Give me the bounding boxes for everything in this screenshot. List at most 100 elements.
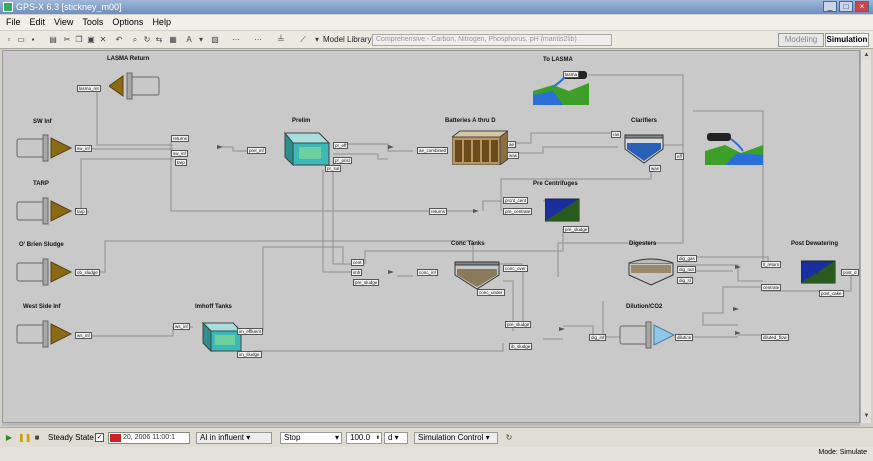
pre-centrifuge-unit-icon[interactable]: [545, 197, 581, 223]
dropdown-arrow-icon[interactable]: ▾: [196, 35, 206, 45]
port-lasma-return-out[interactable]: lasma_ret: [77, 85, 101, 92]
scroll-up-icon[interactable]: ▲: [862, 51, 871, 60]
clarifier-unit-icon[interactable]: [623, 131, 665, 165]
print-icon[interactable]: ▤: [48, 35, 58, 45]
port-batteries-was[interactable]: was: [507, 152, 520, 159]
port-imhoff-eff[interactable]: im_effluent: [237, 328, 263, 335]
play-icon[interactable]: ▶: [4, 433, 14, 443]
time-unit-select[interactable]: d ▾: [384, 432, 408, 444]
port-dig-out[interactable]: dig_out: [677, 266, 696, 273]
layout-icon[interactable]: ⋯: [228, 35, 244, 45]
digesters-unit-icon[interactable]: [627, 257, 675, 287]
port-prelim-prisl[interactable]: pr_prisl: [333, 157, 352, 164]
text-icon[interactable]: A: [184, 35, 194, 45]
stop-icon[interactable]: ■: [32, 433, 42, 443]
port-prelim-sol[interactable]: pr_sol: [325, 165, 342, 172]
horizontal-scrollbar[interactable]: [2, 423, 860, 426]
port-imhoff-sludge[interactable]: im_sludge: [237, 351, 262, 358]
line-chart-icon[interactable]: ⟋: [298, 35, 308, 45]
grid-icon[interactable]: ▦: [168, 35, 178, 45]
port-obrien-out[interactable]: ob_sludge: [75, 269, 100, 276]
menu-file[interactable]: File: [6, 15, 21, 30]
port-conc-over[interactable]: conc_over: [503, 265, 528, 272]
sim-time-field[interactable]: 20, 2006 11:00:1: [108, 432, 190, 444]
port-precent-a[interactable]: prcnt_cent: [503, 197, 529, 204]
vertical-scrollbar[interactable]: ▲ ▼: [860, 50, 871, 423]
port-combiner-sw[interactable]: sw_inf: [171, 150, 188, 157]
port-combiner-tarp[interactable]: tarp: [175, 159, 187, 166]
port-conc-cent[interactable]: cent: [351, 259, 364, 266]
close-button[interactable]: ×: [855, 1, 869, 12]
menu-view[interactable]: View: [54, 15, 73, 30]
scroll-down-icon[interactable]: ▼: [862, 412, 871, 421]
port-returns-mix[interactable]: returns: [429, 208, 448, 215]
port-mix-presludge[interactable]: pre_sludge: [505, 321, 532, 328]
menu-edit[interactable]: Edit: [30, 15, 46, 30]
properties-icon[interactable]: ▧: [210, 35, 220, 45]
simulation-control-dropdown[interactable]: Simulation Control ▾: [414, 432, 498, 444]
port-post-centrate[interactable]: centrate: [761, 284, 782, 291]
port-west-out[interactable]: ws_inf: [75, 332, 92, 339]
tab-simulation[interactable]: Simulation: [825, 33, 869, 47]
conc-tanks-unit-icon[interactable]: [453, 259, 501, 291]
open-folder-icon[interactable]: ▭: [16, 35, 26, 45]
lasma-return-pipe-icon[interactable]: [109, 69, 161, 103]
west-side-inf-pipe-icon[interactable]: [15, 317, 75, 351]
prelim-unit-icon[interactable]: [281, 129, 331, 167]
refresh-icon[interactable]: ↻: [504, 433, 514, 443]
tarp-pipe-icon[interactable]: [15, 194, 75, 228]
port-conc-under[interactable]: conc_under: [477, 289, 505, 296]
port-sw-inf-out[interactable]: sw_inf: [75, 145, 92, 152]
sw-inf-pipe-icon[interactable]: [15, 131, 75, 165]
port-combiner-returns[interactable]: returns: [171, 135, 190, 142]
port-clarifier-ras[interactable]: ras: [611, 131, 622, 138]
obrien-sludge-pipe-icon[interactable]: [15, 255, 75, 289]
port-post-out[interactable]: post_d: [841, 269, 859, 276]
dilution-pipe-icon[interactable]: [618, 318, 678, 352]
port-post-cake[interactable]: post_cake: [819, 290, 844, 297]
delete-icon[interactable]: ✕: [98, 35, 108, 45]
tab-modeling[interactable]: Modeling: [778, 33, 824, 47]
menu-options[interactable]: Options: [112, 15, 143, 30]
flip-icon[interactable]: ⇆: [154, 35, 164, 45]
dropdown-arrow-icon[interactable]: ▾: [312, 35, 322, 45]
port-prelim-eff[interactable]: pr_eff: [333, 142, 349, 149]
port-conc-imh[interactable]: imh: [351, 269, 363, 276]
undo-icon[interactable]: ↶: [114, 35, 124, 45]
zoom-icon[interactable]: ⌕: [130, 35, 140, 45]
port-conc-presludge[interactable]: pre_sludge: [353, 279, 380, 286]
port-imhoff-in[interactable]: ws_inf: [173, 323, 190, 330]
port-post-in[interactable]: ll_return: [761, 261, 782, 268]
ai-influent-dropdown[interactable]: AI in influent ▾: [196, 432, 272, 444]
port-dig-sl[interactable]: dig_sl: [677, 277, 693, 284]
port-dilution-in[interactable]: dilution: [675, 334, 694, 341]
to-lasma-effluent-icon[interactable]: [533, 69, 589, 105]
layout2-icon[interactable]: ⋯: [250, 35, 266, 45]
stop-time-input[interactable]: 100.0 ⬍: [346, 432, 382, 444]
port-clarifier-eff[interactable]: eff: [675, 153, 684, 160]
port-precent-b[interactable]: pre_centrate: [503, 208, 533, 215]
port-dig-inf[interactable]: dig_inf: [589, 334, 607, 341]
stop-mode-select[interactable]: Stop ▾: [280, 432, 342, 444]
copy-icon[interactable]: ❐: [74, 35, 84, 45]
port-precent-sludge[interactable]: pre_sludge: [563, 226, 590, 233]
minimize-button[interactable]: _: [823, 1, 837, 12]
pause-icon[interactable]: ❚❚: [18, 433, 31, 443]
model-library-select[interactable]: Comprehensive - Carbon, Nitrogen, Phosph…: [372, 34, 612, 46]
port-diluted-flow[interactable]: diluted_flow: [761, 334, 789, 341]
batteries-unit-icon[interactable]: [452, 129, 508, 165]
cut-icon[interactable]: ✂: [62, 35, 72, 45]
port-prelim-in[interactable]: prel_inf: [247, 147, 266, 154]
port-to-lasma-in[interactable]: lasma: [563, 71, 580, 78]
menu-help[interactable]: Help: [152, 15, 171, 30]
clarifier-effluent-icon[interactable]: [705, 131, 763, 165]
port-tarp-out[interactable]: tarp: [75, 208, 87, 215]
post-dewatering-unit-icon[interactable]: [801, 259, 837, 285]
save-icon[interactable]: ▪: [28, 35, 38, 45]
menu-tools[interactable]: Tools: [82, 15, 103, 30]
port-batteries-in[interactable]: ae_combined: [417, 147, 449, 154]
port-batteries-ae[interactable]: ae: [507, 141, 517, 148]
port-conc-inf[interactable]: conc_inf: [417, 269, 438, 276]
port-clarifier-was[interactable]: was: [649, 165, 662, 172]
port-dig-gas[interactable]: dig_gas: [677, 255, 697, 262]
